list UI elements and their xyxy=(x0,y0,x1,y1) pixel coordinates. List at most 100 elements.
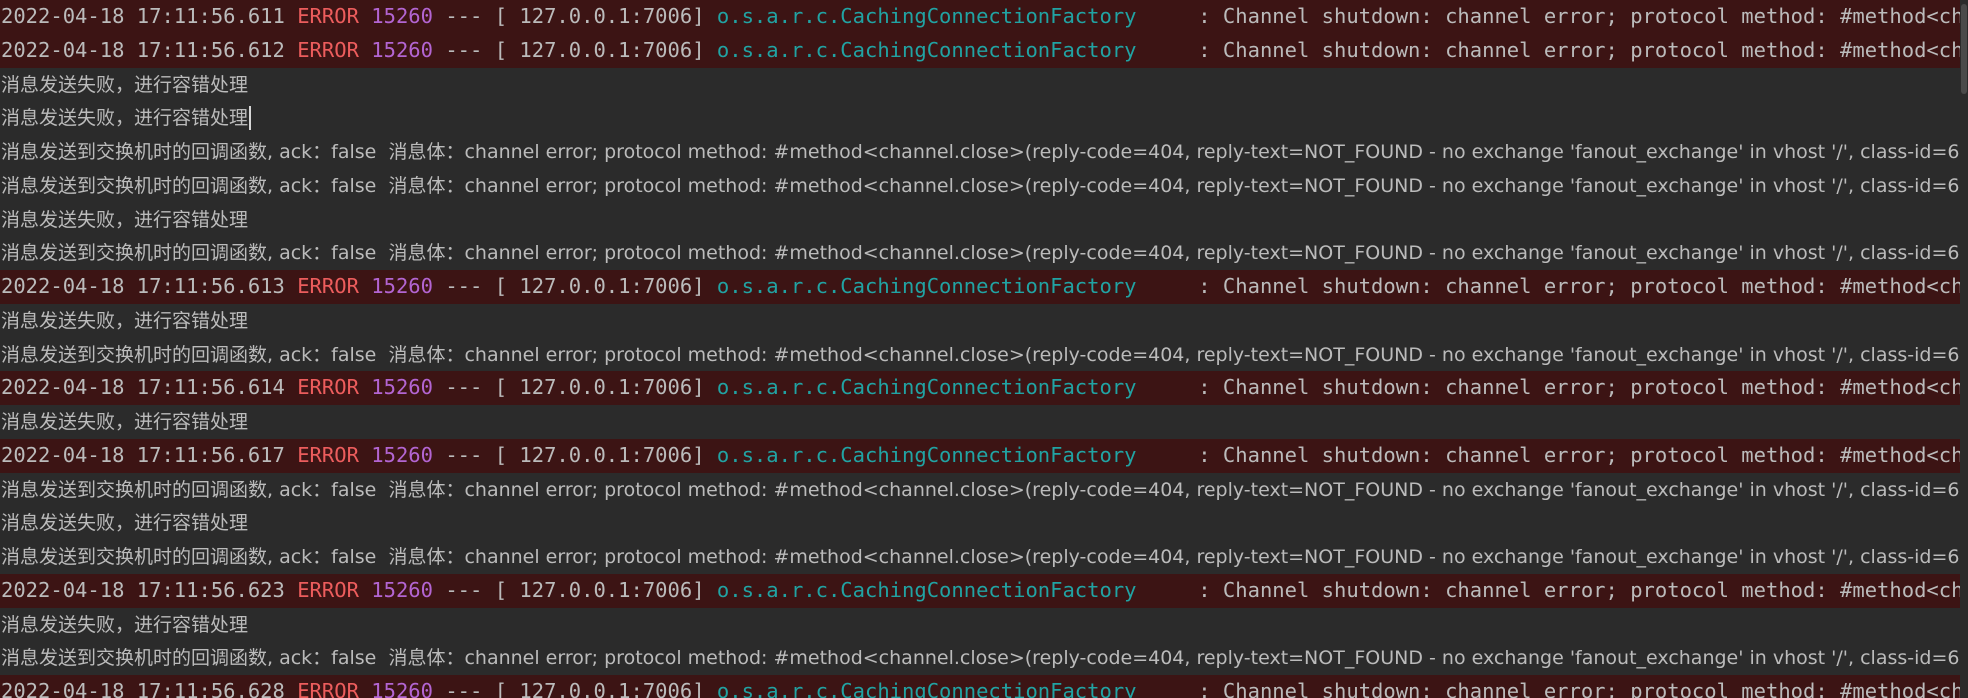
log-logger-name: o.s.a.r.c.CachingConnectionFactory xyxy=(716,679,1137,698)
log-level-badge: ERROR xyxy=(297,37,359,62)
log-separator: --- xyxy=(433,679,495,698)
log-message: : Channel shutdown: channel error; proto… xyxy=(1198,37,1968,62)
log-message: : Channel shutdown: channel error; proto… xyxy=(1198,577,1968,602)
log-message: : Channel shutdown: channel error; proto… xyxy=(1198,274,1968,298)
log-level-badge: ERROR xyxy=(297,577,359,602)
log-thread: [ 127.0.0.1:7006] xyxy=(494,37,705,62)
log-level-badge: ERROR xyxy=(297,679,359,698)
log-line-fail[interactable]: 消息发送失败，进行容错处理 xyxy=(0,405,1968,439)
log-line-error[interactable]: 2022-04-18 17:11:56.617 ERROR 15260 --- … xyxy=(0,438,1968,473)
log-level-badge: ERROR xyxy=(297,442,359,467)
vertical-scrollbar[interactable] xyxy=(1960,0,1968,698)
log-message: 消息发送到交换机时的回调函数, ack：false 消息体：channel er… xyxy=(1,647,1968,670)
scrollbar-thumb[interactable] xyxy=(1961,4,1967,94)
log-thread: [ 127.0.0.1:7006] xyxy=(494,442,705,467)
log-message: 消息发送失败，进行容错处理 xyxy=(1,411,249,433)
log-line-callback[interactable]: 消息发送到交换机时的回调函数, ack：false 消息体：channel er… xyxy=(0,236,1968,270)
log-logger-name: o.s.a.r.c.CachingConnectionFactory xyxy=(716,375,1137,400)
log-line-fail[interactable]: 消息发送失败，进行容错处理 xyxy=(0,506,1968,540)
log-line-error[interactable]: 2022-04-18 17:11:56.623 ERROR 15260 --- … xyxy=(0,573,1968,608)
log-line-error[interactable]: 2022-04-18 17:11:56.613 ERROR 15260 --- … xyxy=(0,270,1968,304)
log-level-badge: ERROR xyxy=(297,274,359,298)
log-message: : Channel shutdown: channel error; proto… xyxy=(1198,4,1968,28)
log-separator: --- xyxy=(433,577,495,602)
log-message: 消息发送失败，进行容错处理 xyxy=(1,107,249,130)
log-pid: 15260 xyxy=(371,37,433,62)
log-level-badge: ERROR xyxy=(297,4,359,28)
log-line-error[interactable]: 2022-04-18 17:11:56.612 ERROR 15260 --- … xyxy=(0,33,1968,68)
log-message: 消息发送到交换机时的回调函数, ack：false 消息体：channel er… xyxy=(1,478,1968,501)
log-pid: 15260 xyxy=(371,375,433,400)
log-line-fail[interactable]: 消息发送失败，进行容错处理 xyxy=(0,608,1968,642)
log-line-callback[interactable]: 消息发送到交换机时的回调函数, ack：false 消息体：channel er… xyxy=(0,135,1968,169)
log-logger-name: o.s.a.r.c.CachingConnectionFactory xyxy=(716,577,1137,602)
log-message: 消息发送失败，进行容错处理 xyxy=(1,512,249,535)
log-timestamp: 2022-04-18 17:11:56.612 xyxy=(1,37,285,62)
log-timestamp: 2022-04-18 17:11:56.614 xyxy=(1,375,285,400)
log-line-callback[interactable]: 消息发送到交换机时的回调函数, ack：false 消息体：channel er… xyxy=(0,540,1968,574)
log-line-callback[interactable]: 消息发送到交换机时的回调函数, ack：false 消息体：channel er… xyxy=(0,169,1968,203)
log-logger-name: o.s.a.r.c.CachingConnectionFactory xyxy=(716,442,1137,467)
log-line-callback[interactable]: 消息发送到交换机时的回调函数, ack：false 消息体：channel er… xyxy=(0,641,1968,675)
log-line-error[interactable]: 2022-04-18 17:11:56.614 ERROR 15260 --- … xyxy=(0,371,1968,405)
log-line-fail[interactable]: 消息发送失败，进行容错处理 xyxy=(0,203,1968,237)
log-pid: 15260 xyxy=(371,679,433,698)
log-pid: 15260 xyxy=(371,4,433,28)
log-message: 消息发送到交换机时的回调函数, ack：false 消息体：channel er… xyxy=(1,174,1968,197)
log-line-error[interactable]: 2022-04-18 17:11:56.628 ERROR 15260 --- … xyxy=(0,675,1968,698)
log-message: 消息发送到交换机时的回调函数, ack：false 消息体：channel er… xyxy=(1,546,1968,568)
log-thread: [ 127.0.0.1:7006] xyxy=(494,577,705,602)
log-message: 消息发送失败，进行容错处理 xyxy=(1,73,249,96)
log-thread: [ 127.0.0.1:7006] xyxy=(494,375,705,400)
log-message: 消息发送到交换机时的回调函数, ack：false 消息体：channel er… xyxy=(1,141,1968,163)
log-logger-name: o.s.a.r.c.CachingConnectionFactory xyxy=(716,4,1137,28)
log-level-badge: ERROR xyxy=(297,375,359,400)
log-logger-name: o.s.a.r.c.CachingConnectionFactory xyxy=(716,274,1137,298)
log-line-callback[interactable]: 消息发送到交换机时的回调函数, ack：false 消息体：channel er… xyxy=(0,473,1968,507)
log-pid: 15260 xyxy=(371,274,433,298)
log-message: 消息发送失败，进行容错处理 xyxy=(1,309,249,332)
log-line-fail[interactable]: 消息发送失败，进行容错处理 xyxy=(0,68,1968,102)
log-logger-name: o.s.a.r.c.CachingConnectionFactory xyxy=(716,37,1137,62)
console-output[interactable]: 2022-04-18 17:11:56.611 ERROR 15260 --- … xyxy=(0,0,1968,698)
log-timestamp: 2022-04-18 17:11:56.628 xyxy=(1,679,285,698)
log-thread: [ 127.0.0.1:7006] xyxy=(494,274,705,298)
log-message: 消息发送到交换机时的回调函数, ack：false 消息体：channel er… xyxy=(1,343,1968,366)
log-pid: 15260 xyxy=(371,577,433,602)
log-thread: [ 127.0.0.1:7006] xyxy=(494,679,705,698)
log-line-error[interactable]: 2022-04-18 17:11:56.611 ERROR 15260 --- … xyxy=(0,0,1968,34)
log-separator: --- xyxy=(433,375,495,400)
log-timestamp: 2022-04-18 17:11:56.623 xyxy=(1,577,285,602)
log-message: 消息发送失败，进行容错处理 xyxy=(1,208,249,231)
log-message: 消息发送到交换机时的回调函数, ack：false 消息体：channel er… xyxy=(1,242,1968,265)
text-cursor xyxy=(249,106,252,131)
log-thread: [ 127.0.0.1:7006] xyxy=(494,4,705,28)
log-message: : Channel shutdown: channel error; proto… xyxy=(1198,442,1968,467)
log-separator: --- xyxy=(433,4,495,28)
log-line-fail[interactable]: 消息发送失败，进行容错处理 xyxy=(0,101,1968,135)
log-line-callback[interactable]: 消息发送到交换机时的回调函数, ack：false 消息体：channel er… xyxy=(0,338,1968,372)
log-message: : Channel shutdown: channel error; proto… xyxy=(1198,375,1968,400)
log-timestamp: 2022-04-18 17:11:56.617 xyxy=(1,442,285,467)
log-timestamp: 2022-04-18 17:11:56.613 xyxy=(1,274,285,298)
log-line-fail[interactable]: 消息发送失败，进行容错处理 xyxy=(0,304,1968,338)
log-message: 消息发送失败，进行容错处理 xyxy=(1,613,249,636)
log-separator: --- xyxy=(433,274,495,298)
log-pid: 15260 xyxy=(371,442,433,467)
